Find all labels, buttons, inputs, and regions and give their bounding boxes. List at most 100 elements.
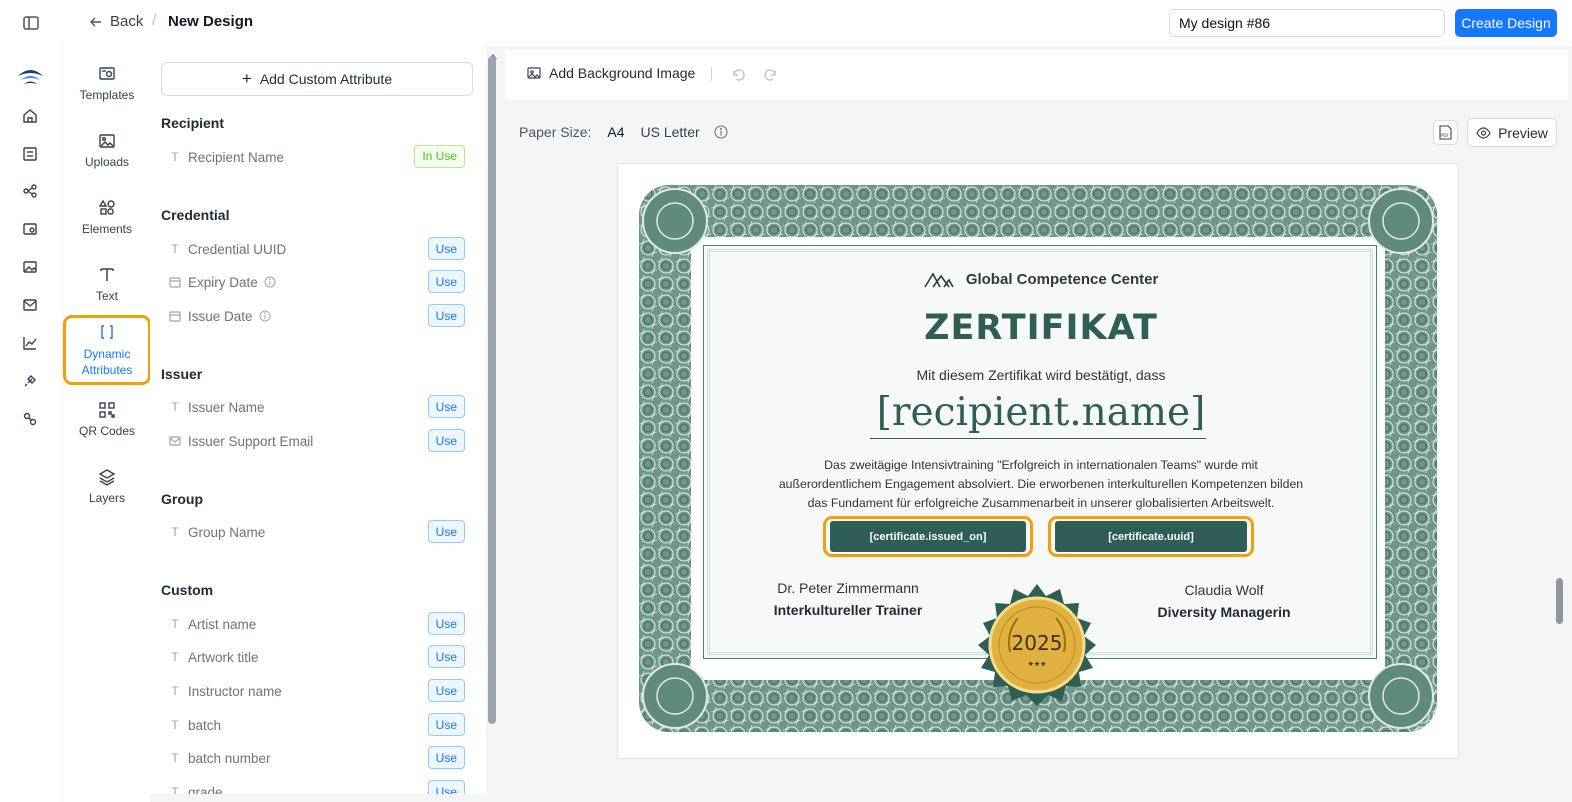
download-pdf-button[interactable]: PDF xyxy=(1433,120,1458,145)
create-design-button[interactable]: Create Design xyxy=(1455,9,1557,37)
analytics-icon[interactable] xyxy=(20,333,40,353)
brackets-icon xyxy=(101,324,113,339)
designs-rail-icon[interactable] xyxy=(20,257,40,277)
use-button[interactable]: Use xyxy=(427,645,465,668)
templates-rail-icon[interactable] xyxy=(20,219,40,239)
attr-row-artwork-title[interactable]: T Artwork title Use xyxy=(169,644,465,670)
signature-left[interactable]: Dr. Peter Zimmermann Interkultureller Tr… xyxy=(748,580,948,618)
breadcrumb-separator: / xyxy=(152,12,157,29)
attr-row-instructor-name[interactable]: T Instructor name Use xyxy=(169,678,465,704)
issued-on-tag-highlight[interactable]: [certificate.issued_on] xyxy=(823,516,1033,557)
layers-icon xyxy=(98,468,116,486)
attr-row-group-name[interactable]: T Group Name Use xyxy=(169,519,465,545)
tool-elements[interactable]: Elements xyxy=(63,188,151,246)
use-button[interactable]: Use xyxy=(427,713,465,736)
preview-button[interactable]: Preview xyxy=(1467,118,1557,147)
design-name-input[interactable] xyxy=(1169,9,1445,37)
uuid-tag: [certificate.uuid] xyxy=(1055,521,1247,552)
back-label: Back xyxy=(110,13,144,30)
tool-label: Uploads xyxy=(84,154,130,169)
add-background-image-button[interactable]: Add Background Image xyxy=(527,65,695,81)
tool-qr-codes[interactable]: QR Codes xyxy=(63,390,151,448)
tool-text[interactable]: Text xyxy=(63,255,151,313)
tool-dynamic-attributes[interactable]: Dynamic Attributes xyxy=(63,315,151,385)
attr-row-expiry-date[interactable]: Expiry Date Use xyxy=(169,269,465,295)
add-custom-attribute-button[interactable]: + Add Custom Attribute xyxy=(161,62,473,96)
tool-label-line2: Attributes xyxy=(81,362,133,377)
signer-left-role: Interkultureller Trainer xyxy=(773,602,923,618)
signer-right-role: Diversity Managerin xyxy=(1157,604,1291,620)
info-icon[interactable] xyxy=(259,310,271,322)
tool-label: Templates xyxy=(79,87,135,102)
attr-row-issuer-support-email[interactable]: Issuer Support Email Use xyxy=(169,428,465,454)
bg-label: Add Background Image xyxy=(549,65,696,81)
group-title-custom: Custom xyxy=(161,582,214,598)
certificate-org[interactable]: Global Competence Center xyxy=(704,271,1378,288)
plus-icon: + xyxy=(241,69,252,88)
attr-row-issue-date[interactable]: Issue Date Use xyxy=(169,303,465,329)
page-title: New Design xyxy=(168,13,254,30)
back-button[interactable]: Back xyxy=(90,13,143,30)
mail-icon[interactable] xyxy=(20,295,40,315)
certificate-subtitle[interactable]: Mit diesem Zertifikat wird bestätigt, da… xyxy=(704,367,1378,383)
tool-uploads[interactable]: Uploads xyxy=(63,121,151,179)
paper-size-selector: Paper Size: A4 US Letter xyxy=(519,124,728,140)
text-type-icon: T xyxy=(171,150,179,164)
use-button[interactable]: Use xyxy=(427,237,465,260)
text-type-icon: T xyxy=(171,785,179,794)
use-button[interactable]: Use xyxy=(427,679,465,702)
attr-row-issuer-name[interactable]: T Issuer Name Use xyxy=(169,394,465,420)
credentials-icon[interactable] xyxy=(20,144,40,164)
signature-right[interactable]: Claudia Wolf Diversity Managerin xyxy=(1124,582,1324,620)
link-icon[interactable] xyxy=(20,409,40,429)
gold-seal[interactable]: 2025 ★★★ xyxy=(970,582,1104,716)
use-button[interactable]: Use xyxy=(427,429,465,452)
text-icon xyxy=(100,267,114,281)
attr-row-grade[interactable]: T grade Use xyxy=(169,779,465,794)
uuid-tag-highlight[interactable]: [certificate.uuid] xyxy=(1048,516,1254,557)
tool-label: Text xyxy=(95,288,118,303)
use-button[interactable]: Use xyxy=(427,612,465,635)
text-type-icon: T xyxy=(171,242,179,256)
group-title-recipient: Recipient xyxy=(161,115,225,131)
tool-layers[interactable]: Layers xyxy=(63,457,151,515)
workflow-icon[interactable] xyxy=(20,181,40,201)
redo-icon[interactable] xyxy=(763,67,779,83)
text-type-icon: T xyxy=(171,751,179,765)
certificate-description[interactable]: Das zweitägige Intensivtraining "Erfolgr… xyxy=(768,456,1314,513)
attr-row-batch[interactable]: T batch Use xyxy=(169,712,465,738)
certificate-title[interactable]: ZERTIFIKAT xyxy=(704,308,1378,348)
attr-row-recipient-name[interactable]: T Recipient Name In Use xyxy=(169,144,465,170)
tools-panel: Templates Uploads Elements Text Dynamic … xyxy=(62,46,151,802)
paper-size-a4[interactable]: A4 xyxy=(607,124,624,140)
attr-row-credential-uuid[interactable]: T Credential UUID Use xyxy=(169,236,465,262)
group-title-issuer: Issuer xyxy=(161,366,203,382)
attr-row-batch-number[interactable]: T batch number Use xyxy=(169,745,465,771)
top-bar: Back / New Design Create Design xyxy=(0,0,1572,46)
canvas-scrollbar[interactable] xyxy=(1556,578,1563,624)
paper-size-label: Paper Size: xyxy=(519,124,592,140)
recipient-name-placeholder[interactable]: [recipient.name] xyxy=(704,390,1378,435)
info-icon[interactable] xyxy=(264,276,276,288)
use-button[interactable]: Use xyxy=(427,520,465,543)
tool-label: QR Codes xyxy=(78,423,136,438)
use-button[interactable]: Use xyxy=(427,780,465,794)
tool-templates[interactable]: Templates xyxy=(63,54,151,112)
add-attr-label: Add Custom Attribute xyxy=(259,71,393,87)
home-icon[interactable] xyxy=(20,106,40,126)
info-icon[interactable] xyxy=(714,125,728,139)
tool-label: Elements xyxy=(81,221,133,236)
use-button[interactable]: Use xyxy=(427,395,465,418)
use-button[interactable]: Use xyxy=(427,270,465,293)
panel-toggle-icon[interactable] xyxy=(22,14,40,32)
attr-row-artist-name[interactable]: T Artist name Use xyxy=(169,611,465,637)
tool-label: Layers xyxy=(88,490,126,505)
undo-icon[interactable] xyxy=(730,67,746,83)
integrations-icon[interactable] xyxy=(20,371,40,391)
use-button[interactable]: Use xyxy=(427,304,465,327)
use-button[interactable]: Use xyxy=(427,746,465,769)
attributes-scrollbar[interactable] xyxy=(488,56,496,724)
elements-icon xyxy=(98,199,115,215)
paper-size-us-letter[interactable]: US Letter xyxy=(641,124,700,140)
mountain-logo-icon xyxy=(923,272,954,288)
